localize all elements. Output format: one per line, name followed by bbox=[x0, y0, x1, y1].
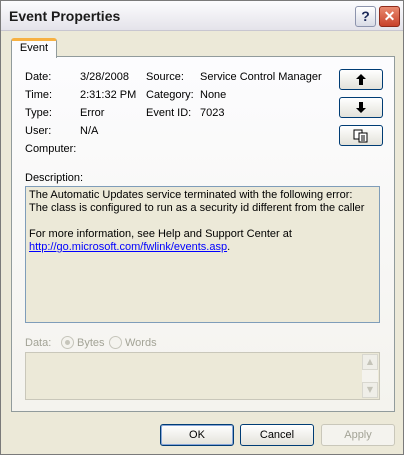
next-event-button[interactable] bbox=[339, 97, 383, 118]
computer-label: Computer: bbox=[25, 143, 77, 155]
category-label: Category: bbox=[146, 89, 194, 101]
copy-button[interactable] bbox=[339, 125, 383, 146]
event-id-label: Event ID: bbox=[146, 107, 192, 119]
source-value: Service Control Manager bbox=[200, 71, 322, 83]
copy-icon bbox=[353, 129, 368, 142]
event-id-value: 7023 bbox=[200, 107, 225, 119]
description-line-2: The class is configured to run as a secu… bbox=[29, 202, 365, 214]
bytes-radio[interactable] bbox=[61, 336, 74, 349]
arrow-up-icon bbox=[356, 74, 366, 85]
words-radio[interactable] bbox=[109, 336, 122, 349]
scroll-down-icon[interactable]: ▼ bbox=[362, 382, 378, 398]
description-textbox[interactable]: The Automatic Updates service terminated… bbox=[25, 186, 380, 323]
ok-button[interactable]: OK bbox=[160, 424, 234, 446]
date-value: 3/28/2008 bbox=[80, 71, 129, 83]
user-label: User: bbox=[25, 125, 52, 137]
words-radio-label: Words bbox=[125, 337, 157, 349]
description-line-3: For more information, see Help and Suppo… bbox=[29, 228, 292, 240]
category-value: None bbox=[200, 89, 227, 101]
data-scrollbar[interactable]: ▲ ▼ bbox=[362, 354, 378, 398]
description-label: Description: bbox=[25, 172, 84, 184]
event-properties-window: Event Properties ? ✕ Event Date: 3/28/20… bbox=[0, 0, 404, 455]
apply-button[interactable]: Apply bbox=[321, 424, 395, 446]
source-label: Source: bbox=[146, 71, 184, 83]
user-value: N/A bbox=[80, 125, 99, 137]
time-value: 2:31:32 PM bbox=[80, 89, 137, 101]
help-button[interactable]: ? bbox=[355, 6, 376, 27]
type-label: Type: bbox=[25, 107, 52, 119]
type-value: Error bbox=[80, 107, 105, 119]
help-link[interactable]: http://go.microsoft.com/fwlink/events.as… bbox=[29, 241, 227, 253]
date-label: Date: bbox=[25, 71, 52, 83]
close-button[interactable]: ✕ bbox=[379, 6, 400, 27]
window-title: Event Properties bbox=[9, 8, 121, 24]
previous-event-button[interactable] bbox=[339, 69, 383, 90]
arrow-down-icon bbox=[356, 102, 366, 113]
title-bar[interactable]: Event Properties ? ✕ bbox=[1, 1, 403, 31]
bytes-radio-label: Bytes bbox=[77, 337, 105, 349]
cancel-button[interactable]: Cancel bbox=[240, 424, 314, 446]
scroll-up-icon[interactable]: ▲ bbox=[362, 354, 378, 370]
link-suffix: . bbox=[227, 241, 231, 253]
time-label: Time: bbox=[25, 89, 53, 101]
description-line-1: The Automatic Updates service terminated… bbox=[29, 189, 353, 201]
data-textbox[interactable]: ▲ ▼ bbox=[25, 352, 380, 400]
data-label: Data: bbox=[25, 337, 52, 349]
tab-event[interactable]: Event bbox=[11, 38, 57, 58]
